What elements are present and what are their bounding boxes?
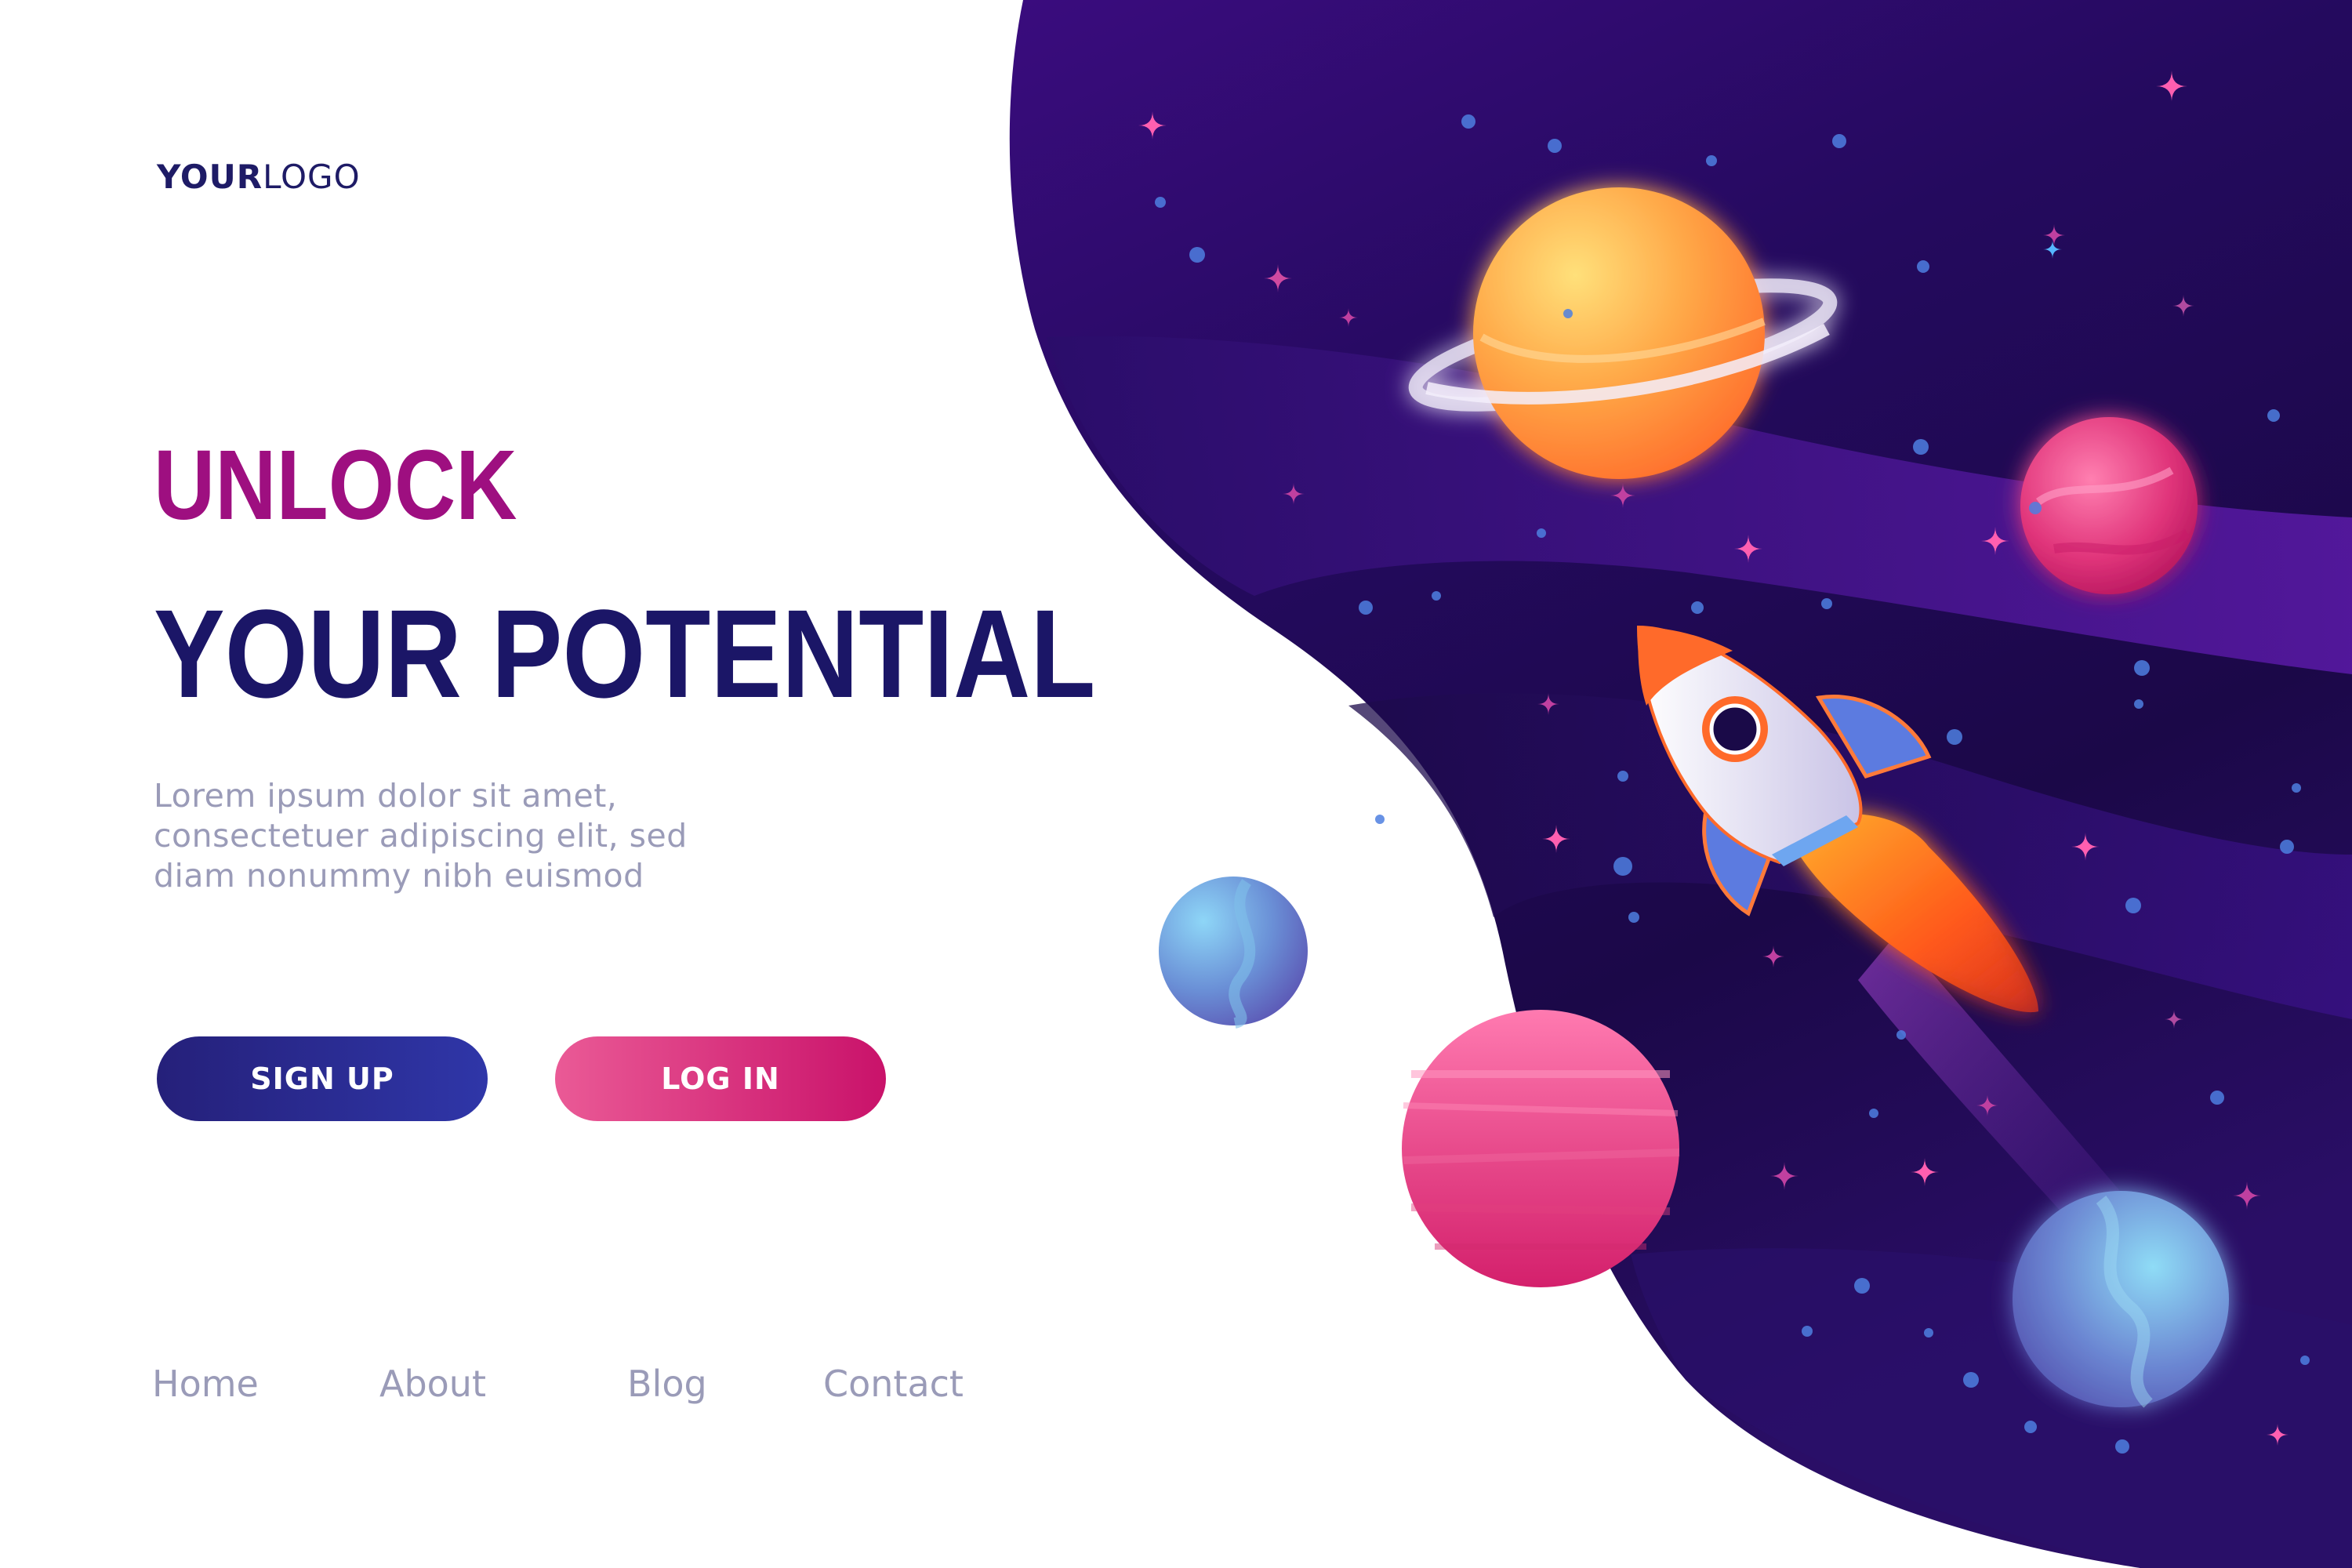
star-dot	[2210, 1091, 2224, 1105]
star-dot	[1613, 857, 1632, 876]
star-dot	[2134, 660, 2150, 676]
hero-description: Lorem ipsum dolor sit amet, consectetuer…	[154, 776, 797, 896]
star-dot	[1359, 601, 1373, 615]
star-dot	[1691, 601, 1704, 614]
star-dot	[1375, 815, 1385, 824]
nav-link-contact[interactable]: Contact	[823, 1366, 964, 1402]
star-dot	[1563, 309, 1573, 318]
star-dot	[1854, 1278, 1870, 1294]
star-dot	[2115, 1439, 2129, 1454]
blue-planet-icon	[1159, 877, 1308, 1029]
star-dot	[1917, 260, 1929, 273]
star-dot	[2024, 1421, 2037, 1433]
hero-description-line: diam nonummy nibh euismod	[154, 857, 644, 895]
star-dot	[1924, 1328, 1933, 1338]
star-dot	[1628, 912, 1639, 923]
star-dot	[1432, 591, 1441, 601]
star-dot	[1821, 598, 1832, 609]
star-dot	[1537, 528, 1546, 538]
nav-link-blog[interactable]: Blog	[627, 1366, 707, 1402]
blue-planet-bottom-icon	[2013, 1191, 2229, 1408]
star-dot	[1461, 114, 1475, 129]
star-dot	[2280, 840, 2294, 854]
headline-your-potential: YOUR POTENTIAL	[154, 583, 1096, 724]
star-dot	[1189, 247, 1205, 263]
star-dot	[1947, 729, 1962, 745]
log-in-button[interactable]: LOG IN	[555, 1036, 886, 1121]
logo-light-text: LOGO	[263, 158, 361, 196]
star-dot	[1869, 1109, 1878, 1118]
star-dot	[2292, 783, 2301, 793]
star-dot	[1802, 1326, 1813, 1337]
star-dot	[2125, 898, 2141, 913]
star-dot	[2134, 699, 2143, 709]
star-dot	[1896, 1030, 1906, 1040]
star-dot	[2267, 409, 2280, 422]
hero-description-line: Lorem ipsum dolor sit amet,	[154, 777, 618, 815]
star-dot	[1617, 771, 1628, 782]
star-dot	[1913, 439, 1929, 455]
nav-link-home[interactable]: Home	[152, 1366, 259, 1402]
sign-up-button[interactable]: SIGN UP	[157, 1036, 488, 1121]
star-dot	[1963, 1372, 1979, 1388]
star-dot	[2300, 1356, 2310, 1365]
logo-bold-text: YOUR	[157, 158, 263, 196]
star-dot	[1548, 139, 1562, 153]
pink-planet-icon	[2020, 417, 2198, 594]
star-dot	[1832, 134, 1846, 148]
star-dot	[1155, 197, 1166, 208]
hero-description-line: consectetuer adipiscing elit, sed	[154, 817, 688, 855]
logo[interactable]: YOURLOGO	[157, 161, 361, 194]
star-dot	[1706, 155, 1717, 166]
star-dot	[2029, 502, 2042, 514]
nav-link-about[interactable]: About	[379, 1366, 486, 1402]
striped-pink-planet-icon	[1402, 1010, 1680, 1287]
headline-unlock: UNLOCK	[154, 430, 517, 540]
